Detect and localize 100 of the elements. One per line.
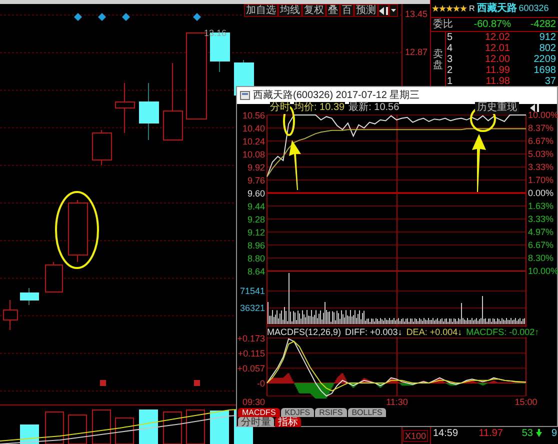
price-axis-label: 10.56 bbox=[242, 110, 265, 120]
toolbar-button[interactable]: 百 bbox=[340, 4, 354, 17]
percent-axis-label: 6.67% bbox=[528, 136, 554, 146]
ask-volume: 37 bbox=[544, 76, 557, 87]
history-replay-button[interactable]: 历史重现 bbox=[475, 102, 519, 114]
ask-rank: 2 bbox=[446, 65, 454, 76]
candlestick bbox=[3, 300, 18, 330]
macd-legend-text: MACDFS(12,26,9) bbox=[267, 327, 342, 337]
stock-name: 西藏天路 bbox=[476, 2, 517, 16]
toolbar-button[interactable]: 均线 bbox=[278, 4, 302, 17]
percent-axis-label: 3.33% bbox=[528, 162, 554, 172]
chart-info-text: 均价: 10.39 bbox=[294, 102, 345, 114]
ratio-percent: -60.87% bbox=[472, 18, 511, 32]
price-axis-label: 8.96 bbox=[247, 240, 265, 250]
toolbar-button[interactable]: 复权 bbox=[302, 4, 326, 17]
view-tab[interactable]: 指标 bbox=[275, 417, 301, 427]
tick-count: 9 bbox=[550, 426, 558, 440]
ask-volume: 912 bbox=[538, 32, 557, 43]
price-axis-label: 8.80 bbox=[247, 254, 265, 264]
marker-icon bbox=[100, 380, 106, 386]
time-axis-label: 15:00 bbox=[514, 397, 538, 407]
price-axis-label: 12.87 bbox=[405, 47, 428, 57]
high-price-label: 13.16 bbox=[204, 28, 227, 38]
tick-volume: 53 bbox=[520, 426, 533, 440]
volume-unit-label: X100 bbox=[403, 430, 428, 442]
chart-info-text: 分时 bbox=[270, 102, 290, 114]
percent-axis-label: 3.33% bbox=[528, 214, 554, 224]
price-axis-label: 10.08 bbox=[242, 150, 265, 160]
time-axis-label: 09:30 bbox=[241, 397, 265, 407]
volume-bar bbox=[20, 424, 39, 444]
ask-volume: 802 bbox=[538, 43, 557, 54]
price-axis-label: 9.28 bbox=[247, 214, 265, 224]
ask-price: 11.99 bbox=[484, 65, 510, 76]
diamond-marker-icon bbox=[74, 13, 82, 21]
percent-axis-label: 4.97% bbox=[528, 227, 554, 237]
percent-axis-label: 1.70% bbox=[528, 175, 554, 185]
candlestick bbox=[45, 262, 63, 292]
ask-rank: 1 bbox=[446, 76, 454, 87]
candlestick bbox=[115, 82, 135, 134]
price-axis-label: 9.76 bbox=[247, 176, 265, 186]
ratio-label: 委比 bbox=[432, 18, 454, 32]
macd-legend-text: DIFF: +0.003↓ bbox=[345, 327, 402, 337]
window-icon bbox=[240, 91, 250, 100]
macd-axis-label: +0.115 bbox=[238, 348, 265, 359]
candlestick bbox=[92, 130, 112, 166]
stock-code: 600326 bbox=[518, 2, 549, 15]
candlestick bbox=[68, 200, 88, 262]
percent-axis-label: 8.37% bbox=[528, 123, 554, 133]
macd-legend-text: MACDFS: -0.002↑ bbox=[466, 327, 540, 337]
price-axis-label: 9.92 bbox=[247, 162, 265, 172]
candlestick bbox=[20, 288, 39, 306]
indicator-tab[interactable]: RSIFS bbox=[315, 408, 347, 417]
indicator-tab[interactable]: MACDFS bbox=[238, 408, 280, 417]
percent-axis-label: 5.03% bbox=[528, 149, 554, 159]
price-axis-label: 10.24 bbox=[242, 136, 265, 146]
volume-bar bbox=[139, 410, 158, 444]
percent-axis-label: 0.00% bbox=[528, 188, 554, 198]
macd-axis-label: +0.173 bbox=[237, 334, 265, 344]
annotation-arrow bbox=[472, 134, 486, 192]
ask-price: 12.02 bbox=[484, 32, 510, 43]
time-axis-label: 11:30 bbox=[385, 397, 409, 407]
ask-price: 11.98 bbox=[484, 76, 510, 87]
view-tab[interactable]: 分时量 bbox=[238, 417, 274, 427]
candlestick bbox=[139, 82, 159, 140]
toolbar-button[interactable]: 加自选 bbox=[244, 4, 278, 17]
ratio-difference: -4282 bbox=[529, 18, 557, 32]
volume-bar bbox=[210, 410, 229, 444]
percent-axis-label: 8.30% bbox=[528, 253, 554, 263]
ask-price: 12.00 bbox=[484, 54, 510, 65]
chart-info-text: 最新: 10.56 bbox=[348, 102, 400, 114]
ask-price: 12.01 bbox=[484, 43, 510, 54]
sell-side-label: 卖盘 bbox=[433, 48, 443, 70]
volume-axis-label: 71541 bbox=[238, 286, 265, 296]
diamond-marker-icon bbox=[98, 13, 106, 21]
ask-rank: 3 bbox=[446, 54, 454, 65]
macd-axis-label: -0 bbox=[256, 378, 265, 388]
tick-time: 14:59 bbox=[432, 426, 460, 440]
toolbar-button[interactable]: 叠 bbox=[326, 4, 340, 17]
percent-axis-label: 6.67% bbox=[528, 240, 554, 250]
macd-axis-label: +0.057 bbox=[237, 364, 265, 374]
ask-volume: 1698 bbox=[532, 65, 557, 76]
diamond-marker-icon bbox=[193, 13, 201, 21]
popup-title: 西藏天路(600326) 2017-07-12 星期三 bbox=[253, 88, 420, 102]
volume-axis-label: 36321 bbox=[238, 303, 265, 313]
price-axis-label: 13.45 bbox=[405, 9, 428, 19]
price-axis-label: 9.12 bbox=[247, 228, 265, 238]
toolbar-button[interactable]: 预测 bbox=[354, 4, 378, 17]
exit-button[interactable] bbox=[378, 4, 389, 17]
ask-volume: 2209 bbox=[532, 54, 557, 65]
macd-legend-text: DEA: +0.004↓ bbox=[406, 327, 462, 337]
ask-rank: 5 bbox=[446, 32, 454, 43]
dropdown-caret-icon[interactable] bbox=[389, 4, 398, 17]
tick-price: 11.97 bbox=[478, 426, 503, 440]
indicator-tab[interactable]: BOLLFS bbox=[348, 408, 386, 417]
price-axis-label: 9.44 bbox=[247, 202, 265, 212]
diamond-marker-icon bbox=[122, 13, 130, 21]
indicator-tab[interactable]: KDJFS bbox=[280, 408, 314, 417]
percent-axis-label: 1.63% bbox=[528, 201, 554, 211]
marker-icon bbox=[194, 380, 200, 386]
price-axis-label: 8.64 bbox=[247, 266, 265, 276]
